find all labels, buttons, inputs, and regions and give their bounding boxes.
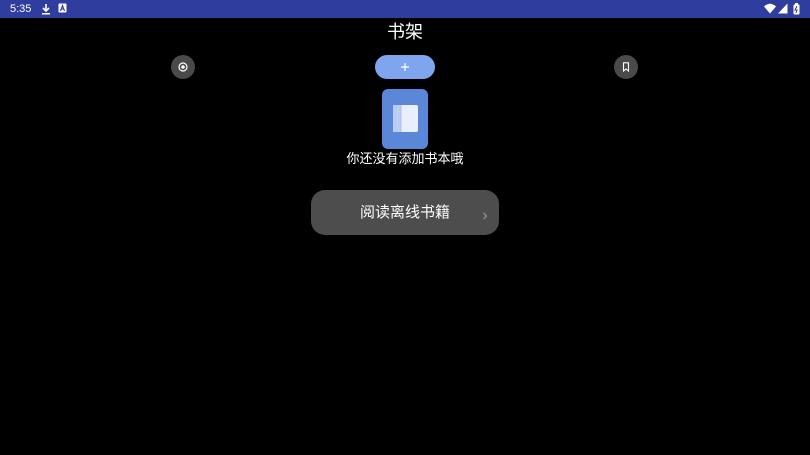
status-bar: 5:35	[0, 0, 810, 18]
bookmark-button[interactable]	[614, 55, 638, 79]
signal-icon	[778, 3, 790, 15]
wifi-icon	[764, 3, 776, 15]
add-book-button[interactable]	[375, 55, 435, 79]
download-icon	[41, 3, 53, 15]
empty-state-message: 你还没有添加书本哦	[346, 152, 464, 167]
bookshelf-screen: 5:35 书架 你还没有添加书本哦 阅读离线书籍	[0, 0, 810, 455]
bookmark-icon	[622, 62, 630, 72]
book-icon	[382, 89, 428, 149]
read-offline-label: 阅读离线书籍	[359, 203, 450, 221]
a-badge-icon	[58, 3, 70, 15]
page-title: 书架	[387, 22, 423, 43]
status-time: 5:35	[10, 3, 32, 15]
battery-icon	[793, 3, 805, 15]
target-icon	[178, 62, 188, 72]
plus-icon	[400, 62, 410, 72]
scan-button[interactable]	[171, 55, 195, 79]
chevron-right-icon	[481, 207, 489, 220]
read-offline-books-button[interactable]: 阅读离线书籍	[311, 190, 499, 235]
